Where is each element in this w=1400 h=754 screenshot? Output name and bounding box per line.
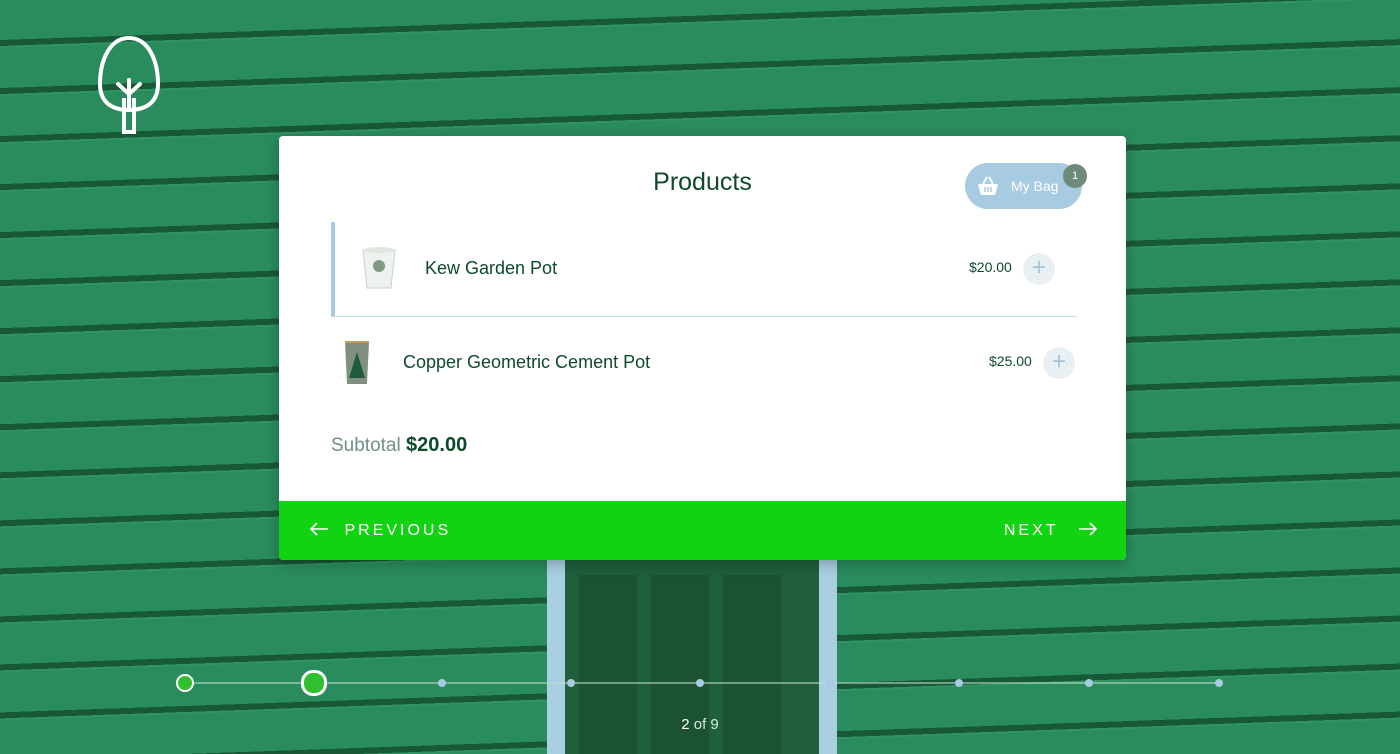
step-dot-current[interactable] [301,670,327,696]
product-name: Copper Geometric Cement Pot [403,352,651,372]
tree-logo-icon[interactable] [96,34,162,138]
arrow-right-icon [1079,522,1098,536]
step-dot[interactable] [567,679,575,687]
my-bag-label: My Bag [1011,178,1059,194]
bag-count-badge: 1 [1063,164,1087,188]
product-thumbnail [362,247,396,289]
step-counter: 2 of 9 [0,716,1400,733]
next-button[interactable]: NEXT [1004,501,1098,560]
step-dot[interactable] [696,679,704,687]
subtotal-label: Subtotal [331,435,401,456]
products-card: Products My Bag 1 Kew Garden Pot $20.00 … [279,136,1126,560]
add-to-bag-button[interactable]: + [1043,347,1075,379]
arrow-left-icon [309,522,328,536]
step-dot[interactable] [1215,679,1223,687]
product-price: $20.00 [969,259,1012,275]
current-step: 2 [681,716,690,733]
product-row[interactable]: Kew Garden Pot $20.00 + [331,222,1077,317]
subtotal-value: $20.00 [406,434,468,456]
product-name: Kew Garden Pot [425,258,558,278]
add-to-bag-button[interactable]: + [1023,253,1055,285]
basket-icon [978,176,998,195]
step-dot[interactable] [438,679,446,687]
step-dot[interactable] [826,679,834,687]
product-row[interactable]: Copper Geometric Cement Pot $25.00 + [331,316,1075,410]
subtotal: Subtotal $20.00 [331,434,467,457]
product-price: $25.00 [989,353,1032,369]
previous-label: PREVIOUS [344,522,452,539]
plus-icon: + [1031,254,1046,281]
total-steps: 9 [710,716,719,733]
step-dot[interactable] [955,679,963,687]
navigation-bar: PREVIOUS NEXT [279,501,1126,560]
next-label: NEXT [1003,522,1059,539]
step-dot[interactable] [176,674,194,692]
plus-icon: + [1051,348,1066,375]
step-dot[interactable] [1085,679,1093,687]
step-separator: of [693,716,707,733]
product-thumbnail [345,341,369,384]
previous-button[interactable]: PREVIOUS [309,501,451,560]
